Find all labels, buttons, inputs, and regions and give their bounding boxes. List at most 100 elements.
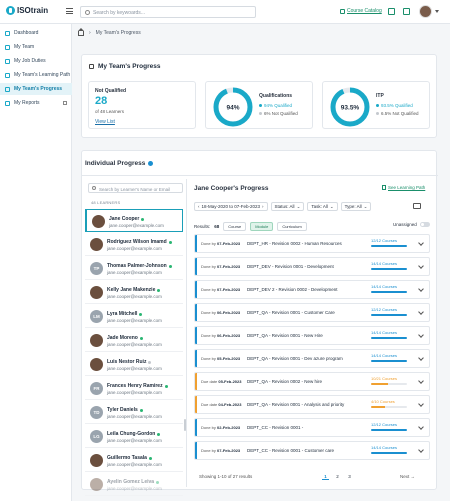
due-date: 07-Feb-2023 (217, 241, 241, 246)
chevron-down-icon[interactable] (418, 240, 424, 246)
learner-row[interactable]: Guillermo Tasala jane.cooper@example.com (85, 449, 183, 472)
chevron-down-icon[interactable] (418, 378, 424, 384)
learner-row[interactable]: TD Tyler Daniels jane.cooper@example.com (85, 401, 183, 424)
avatar: TD (90, 406, 103, 419)
course-progress-bar (371, 360, 407, 362)
sidebar-item-reports[interactable]: My Reports (0, 97, 72, 109)
status-bar (195, 304, 197, 321)
learner-email: jane.cooper@example.com (107, 246, 162, 251)
team-progress-summary-card: My Team's Progress Not Qualified 28 of 4… (81, 54, 437, 138)
chevron-down-icon[interactable] (418, 309, 424, 315)
avatar (90, 358, 103, 371)
course-row[interactable]: Done by 07-Feb-2023 DEPT_DEV - Revision 0… (194, 257, 430, 276)
chevron-down-icon[interactable] (418, 424, 424, 430)
calendar-icon[interactable] (388, 8, 395, 15)
global-search-input[interactable]: Search by keywoards... (80, 6, 256, 18)
tab-curriculum[interactable]: Curriculum (277, 222, 307, 231)
learner-name: Jane Cooper (109, 216, 145, 222)
sidebar-item-my-team[interactable]: My Team (0, 41, 72, 53)
info-icon[interactable] (148, 161, 154, 166)
type-filter-label: Type: All (344, 204, 362, 209)
course-row[interactable]: Due date 05-Feb-2023 DEPT_QA - Revision 0… (194, 372, 430, 391)
pagination-info: Showing 1-10 of 27 results (199, 474, 253, 479)
learner-row[interactable]: Luis Nestor Ruiz jane.cooper@example.com (85, 353, 183, 376)
due-prefix: Done by (201, 333, 216, 338)
sidebar-item-dashboard[interactable]: Dashboard (0, 27, 72, 39)
due-date: 07-Feb-2023 (217, 448, 241, 453)
chevron-down-icon[interactable] (418, 286, 424, 292)
course-progress-bar (371, 268, 407, 270)
course-due: Done by 02-Feb-2023 (201, 425, 240, 430)
page-1-button[interactable]: 1 (322, 473, 329, 480)
print-icon[interactable] (413, 203, 421, 209)
course-row[interactable]: Done by 06-Feb-2023 DEPT_QA - Revision 00… (194, 303, 430, 322)
home-icon[interactable] (78, 27, 84, 36)
chevron-down-icon[interactable] (418, 263, 424, 269)
learner-name-text: Lyra Mitchell (107, 311, 138, 317)
qualifications-panel: 94% Qualifications 94% Qualified 6% Not … (205, 81, 313, 129)
course-row[interactable]: Done by 05-Feb-2023 DEPT_QA - Revision 00… (194, 349, 430, 368)
qualified-legend: 94% Qualified (259, 103, 292, 108)
learner-row[interactable]: LG Leila Chung-Gordon jane.cooper@example.… (85, 425, 183, 448)
chevron-right-icon[interactable]: › (262, 204, 264, 209)
logo[interactable]: ISOtrain (6, 6, 48, 15)
type-filter[interactable]: Type: All ⌄ (340, 202, 372, 211)
sidebar-item-learning-path[interactable]: My Team's Learning Path (0, 69, 72, 81)
course-row[interactable]: Done by 07-Feb-2023 DEPT_HR - Revision 00… (194, 234, 430, 253)
learner-email: jane.cooper@example.com (107, 438, 162, 443)
see-learning-path-link[interactable]: See Learning Path (382, 185, 425, 190)
reports-icon (5, 100, 10, 106)
learner-row[interactable]: Ayelin Gomez Leiva jane.cooper@example.co… (85, 473, 183, 496)
chevron-down-icon[interactable] (435, 10, 439, 13)
view-list-link[interactable]: View List (95, 119, 115, 125)
course-catalog-link[interactable]: Course Catalog (340, 8, 382, 14)
course-count: 14/14 Courses (371, 284, 398, 289)
learner-row[interactable]: Jade Moreno jane.cooper@example.com (85, 329, 183, 352)
chevron-down-icon[interactable] (418, 447, 424, 453)
chevron-down-icon[interactable] (418, 332, 424, 338)
learner-search-input[interactable]: Search by Learner's Name or Email (88, 183, 183, 193)
learner-row[interactable]: Kelly Jane Makenzie jane.cooper@example.c… (85, 281, 183, 304)
learner-name-text: Leila Chung-Gordon (107, 431, 156, 437)
next-page-button[interactable]: Next → (400, 474, 415, 479)
course-count: 12/12 Courses (371, 307, 398, 312)
task-filter[interactable]: Task: All ⌄ (307, 202, 338, 211)
course-due: Done by 06-Feb-2023 (201, 310, 240, 315)
hamburger-menu-icon[interactable] (66, 8, 73, 14)
page-3-button[interactable]: 3 (346, 473, 353, 480)
learner-email: jane.cooper@example.com (107, 390, 162, 395)
tab-course[interactable]: Course (223, 222, 247, 231)
itp-not-qualified-text: 6.5% Not Qualified (381, 111, 419, 116)
unassigned-toggle[interactable] (419, 222, 430, 227)
learner-row[interactable]: FR Frances Henry Ramirez jane.cooper@examp… (85, 377, 183, 400)
course-due: Done by 05-Feb-2023 (201, 356, 240, 361)
course-row[interactable]: Done by 07-Feb-2023 DEPT_CC - Revision 00… (194, 441, 430, 460)
learner-list-scrollbar[interactable] (184, 419, 186, 431)
chevron-left-icon[interactable]: ‹ (198, 204, 200, 209)
date-range-picker[interactable]: ‹ 18-May-2020 to 07-Feb-2023 › (194, 202, 268, 211)
due-prefix: Done by (201, 310, 216, 315)
course-row[interactable]: Done by 07-Feb-2023 DEPT_DEV 2 - Revision… (194, 280, 430, 299)
chevron-down-icon[interactable] (418, 401, 424, 407)
course-row[interactable]: Done by 02-Feb-2023 DEPT_CC - Revision 00… (194, 418, 430, 437)
learner-row[interactable]: Jane Cooper jane.cooper@example.com (85, 209, 183, 232)
learner-name: Rodriguez Wilson Imamd (107, 239, 172, 245)
learner-name-text: Guillermo Tasala (107, 455, 147, 461)
user-avatar[interactable] (419, 5, 432, 18)
itp-title: ITP (376, 93, 384, 99)
course-count: 4/10 Courses (371, 399, 395, 404)
sidebar-item-team-progress[interactable]: My Team's Progress (0, 83, 72, 95)
course-row[interactable]: Done by 06-Feb-2023 DEPT_QA - Revision 00… (194, 326, 430, 345)
learner-row[interactable]: TP Thomas Palmer-Johnson jane.cooper@examp… (85, 257, 183, 280)
learner-row[interactable]: Rodriguez Wilson Imamd jane.cooper@exampl… (85, 233, 183, 256)
page-2-button[interactable]: 2 (334, 473, 341, 480)
date-range-text: 18-May-2020 to 07-Feb-2023 (201, 204, 261, 209)
notifications-icon[interactable] (403, 8, 410, 15)
course-row[interactable]: Due date 04-Feb-2023 DEPT_QA - Revision 0… (194, 395, 430, 414)
sidebar-item-job-duties[interactable]: My Job Duties (0, 55, 72, 67)
learner-row[interactable]: LM Lyra Mitchell jane.cooper@example.com (85, 305, 183, 328)
chevron-down-icon[interactable] (418, 355, 424, 361)
status-filter[interactable]: Status: All ⌄ (270, 202, 305, 211)
logo-text: ISOtrain (17, 6, 49, 15)
tab-module[interactable]: Module (250, 222, 274, 231)
